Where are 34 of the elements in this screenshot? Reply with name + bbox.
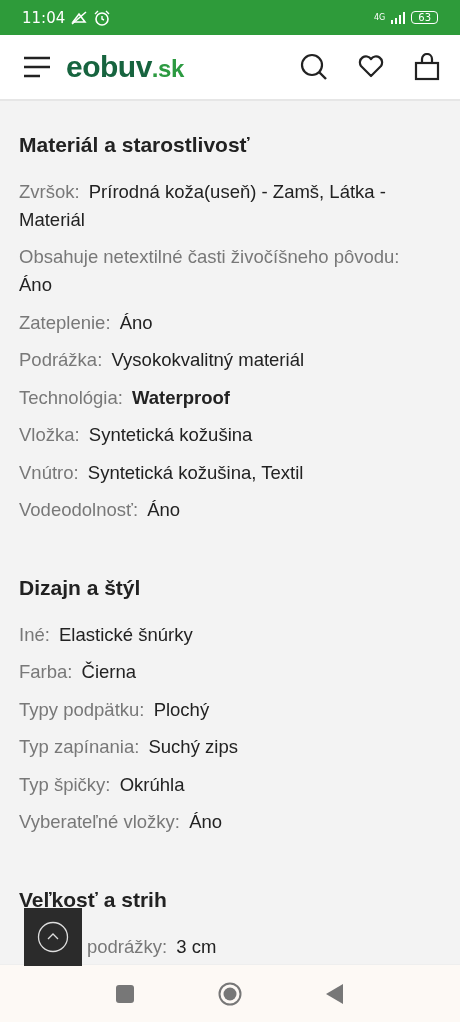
recents-icon[interactable] — [116, 984, 134, 1003]
menu-icon[interactable] — [22, 55, 52, 79]
attribute-line: Vnútro: Syntetická kožušina, Textil — [19, 460, 305, 485]
shopping-bag-icon[interactable] — [414, 53, 440, 81]
attribute-line: Vodeodolnosť: Áno — [19, 498, 182, 522]
attribute-line: podrážky: 3 cm — [87, 934, 218, 959]
attribute-line: Typ špičky: Okrúhla — [19, 772, 186, 797]
back-to-top-button[interactable] — [24, 908, 82, 966]
attribute-line: Typ zapínania: Suchý zips — [19, 735, 239, 759]
attribute-line: Zvršok: Prírodná koža(useň) - Zamš, Látka - Materiál — [19, 179, 387, 232]
back-icon[interactable] — [326, 983, 344, 1004]
alarm-icon — [93, 9, 112, 26]
section-heading: Dizajn a štýl — [19, 575, 142, 601]
muted-bell-icon — [70, 9, 89, 26]
attribute-line: Podrážka: Vysokokvalitný materiál — [19, 348, 306, 372]
section-heading: Materiál a starostlivosť — [19, 132, 251, 158]
attribute-line: Vyberateľné vložky: Áno — [19, 810, 224, 834]
attribute-line: Farba: Čierna — [19, 660, 138, 684]
search-icon[interactable] — [300, 53, 328, 81]
attribute-line: Vložka: Syntetická kožušina — [19, 423, 254, 447]
heart-icon[interactable] — [358, 55, 384, 79]
chevron-up-icon — [37, 921, 69, 953]
site-logo[interactable]: eobuv.sk — [66, 50, 184, 84]
network-label: 4G — [373, 13, 386, 22]
status-time: 11:04 — [22, 8, 66, 27]
home-icon[interactable] — [218, 981, 242, 1006]
battery-level: 63 — [411, 11, 438, 24]
attribute-line: Obsahuje netextilné časti živočíšneho pôvodu: Áno — [19, 245, 401, 297]
section-heading: Veľkosť a strih — [19, 887, 168, 913]
attribute-line: Technológia: Waterproof — [19, 385, 231, 410]
attribute-line: Iné: Elastické šnúrky — [19, 622, 194, 647]
signal-icon — [390, 11, 407, 24]
attribute-line: Typy podpätku: Plochý — [19, 697, 211, 722]
attribute-line: Zateplenie: Áno — [19, 310, 154, 335]
